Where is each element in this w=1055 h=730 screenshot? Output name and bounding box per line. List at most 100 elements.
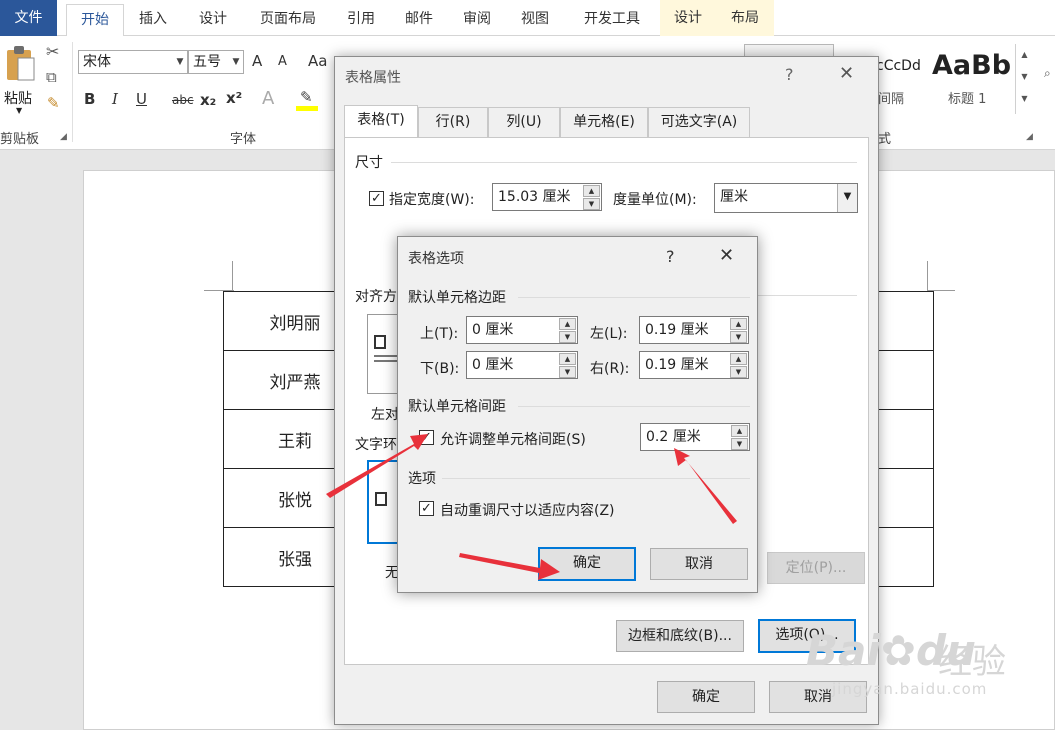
- autoresize-checkbox[interactable]: ✓: [419, 501, 434, 516]
- bold-button[interactable]: B: [84, 90, 95, 108]
- spin-down-icon[interactable]: ▼: [730, 331, 747, 343]
- position-button[interactable]: 定位(P)...: [767, 552, 865, 584]
- close-icon[interactable]: ✕: [839, 63, 854, 84]
- tab-alt-text[interactable]: 可选文字(A): [648, 107, 750, 137]
- tab-insert[interactable]: 插入: [130, 4, 176, 36]
- right-margin-input[interactable]: 0.19 厘米 ▲ ▼: [639, 351, 749, 379]
- top-margin-input[interactable]: 0 厘米 ▲ ▼: [466, 316, 578, 344]
- spin-down-icon[interactable]: ▼: [731, 438, 748, 450]
- spin-down-icon[interactable]: ▼: [730, 366, 747, 378]
- tab-developer[interactable]: 开发工具: [572, 4, 652, 36]
- width-spinner[interactable]: ▲ ▼: [583, 185, 600, 211]
- spin-down-icon[interactable]: ▼: [583, 198, 600, 210]
- cancel-button[interactable]: 取消: [650, 548, 748, 580]
- width-value: 15.03 厘米: [498, 189, 571, 205]
- close-icon[interactable]: ✕: [719, 245, 734, 266]
- paw-icon: ✿: [880, 626, 916, 675]
- preferred-width-label: 指定宽度(W):: [389, 192, 475, 208]
- tab-view[interactable]: 视图: [512, 4, 558, 36]
- preferred-width-checkbox[interactable]: ✓: [369, 191, 384, 206]
- divider: [442, 478, 750, 479]
- tab-review[interactable]: 审阅: [454, 4, 500, 36]
- tab-home[interactable]: 开始: [66, 4, 124, 37]
- bottom-margin-spinner[interactable]: ▲ ▼: [559, 353, 576, 379]
- spin-up-icon[interactable]: ▲: [559, 318, 576, 330]
- measure-value: 厘米: [720, 189, 748, 205]
- font-size-select[interactable]: 五号 ▼: [188, 50, 244, 74]
- tab-column[interactable]: 列(U): [488, 107, 560, 137]
- spin-up-icon[interactable]: ▲: [730, 318, 747, 330]
- underline-button[interactable]: U: [136, 90, 147, 108]
- superscript-button[interactable]: x²: [226, 89, 242, 107]
- bottom-margin-label: 下(B):: [420, 361, 460, 377]
- measure-label: 度量单位(M):: [613, 192, 697, 208]
- spacing-spinner[interactable]: ▲ ▼: [731, 425, 748, 451]
- help-button[interactable]: ?: [666, 247, 675, 266]
- tab-page-layout[interactable]: 页面布局: [250, 4, 326, 36]
- style-no-spacing[interactable]: cCcDd 间隔: [870, 44, 930, 110]
- tab-references[interactable]: 引用: [338, 4, 384, 36]
- italic-button[interactable]: I: [112, 90, 118, 108]
- styles-scroll[interactable]: ▲ ▼ ▼: [1015, 44, 1033, 114]
- text-effects-button[interactable]: A: [262, 88, 274, 109]
- help-button[interactable]: ?: [785, 65, 794, 84]
- spin-up-icon[interactable]: ▲: [731, 425, 748, 437]
- style-name: 标题 1: [948, 92, 987, 107]
- tab-file[interactable]: 文件: [0, 0, 57, 36]
- top-margin-spinner[interactable]: ▲ ▼: [559, 318, 576, 344]
- left-margin-value: 0.19 厘米: [645, 322, 709, 338]
- watermark-brand: Bai: [806, 626, 881, 675]
- find-icon[interactable]: ⌕: [1044, 66, 1051, 81]
- paste-button[interactable]: 粘贴 ▼: [2, 44, 38, 115]
- divider: [518, 406, 750, 407]
- allow-spacing-checkbox[interactable]: ✓: [419, 430, 434, 445]
- measure-select[interactable]: 厘米 ▼: [714, 183, 858, 213]
- size-section-label: 尺寸: [355, 155, 383, 171]
- default-spacing-label: 默认单元格间距: [408, 399, 506, 415]
- ok-button[interactable]: 确定: [657, 681, 755, 713]
- left-margin-input[interactable]: 0.19 厘米 ▲ ▼: [639, 316, 749, 344]
- tab-design[interactable]: 设计: [190, 4, 236, 36]
- width-input[interactable]: 15.03 厘米 ▲ ▼: [492, 183, 602, 211]
- tab-table-layout[interactable]: 布局: [716, 0, 774, 36]
- font-size-value: 五号: [193, 54, 221, 70]
- borders-shading-button[interactable]: 边框和底纹(B)...: [616, 620, 744, 652]
- chevron-down-icon: ▼: [176, 57, 184, 67]
- chevron-down-icon: ▼: [232, 57, 240, 67]
- subscript-button[interactable]: x₂: [200, 91, 216, 109]
- tab-table-design[interactable]: 设计: [660, 0, 716, 36]
- dialog-launcher-icon[interactable]: ◢: [60, 132, 67, 142]
- top-margin-label: 上(T):: [420, 326, 459, 342]
- style-preview: cCcDd: [876, 58, 921, 74]
- wrap-section-label: 文字环: [355, 437, 397, 453]
- ok-button[interactable]: 确定: [538, 547, 636, 581]
- format-painter-icon[interactable]: ✎: [47, 94, 60, 112]
- watermark-brand-cn: 经验: [938, 642, 1006, 682]
- tab-mailings[interactable]: 邮件: [396, 4, 442, 36]
- bottom-margin-input[interactable]: 0 厘米 ▲ ▼: [466, 351, 578, 379]
- spin-up-icon[interactable]: ▲: [559, 353, 576, 365]
- shrink-font-button[interactable]: A: [278, 54, 287, 69]
- right-margin-value: 0.19 厘米: [645, 357, 709, 373]
- copy-icon[interactable]: ⧉: [46, 68, 57, 86]
- left-margin-spinner[interactable]: ▲ ▼: [730, 318, 747, 344]
- style-heading-1[interactable]: AaBb 标题 1: [930, 44, 1014, 110]
- right-margin-spinner[interactable]: ▲ ▼: [730, 353, 747, 379]
- tab-row[interactable]: 行(R): [418, 107, 488, 137]
- dialog-title: 表格选项: [408, 251, 464, 267]
- grow-font-button[interactable]: A: [252, 52, 262, 70]
- spin-up-icon[interactable]: ▲: [730, 353, 747, 365]
- tab-cell[interactable]: 单元格(E): [560, 107, 648, 137]
- spin-up-icon[interactable]: ▲: [583, 185, 600, 197]
- clipboard-group-label: 剪贴板: [0, 132, 40, 147]
- dialog-launcher-icon[interactable]: ◢: [1026, 132, 1033, 142]
- spin-down-icon[interactable]: ▼: [559, 331, 576, 343]
- change-case-button[interactable]: Aa: [308, 52, 327, 70]
- strikethrough-button[interactable]: abc: [172, 93, 194, 107]
- tab-table[interactable]: 表格(T): [344, 105, 418, 138]
- spacing-input[interactable]: 0.2 厘米 ▲ ▼: [640, 423, 750, 451]
- font-name-select[interactable]: 宋体 ▼: [78, 50, 188, 74]
- highlight-icon[interactable]: ✎: [296, 88, 318, 112]
- cut-icon[interactable]: ✂: [46, 42, 59, 61]
- spin-down-icon[interactable]: ▼: [559, 366, 576, 378]
